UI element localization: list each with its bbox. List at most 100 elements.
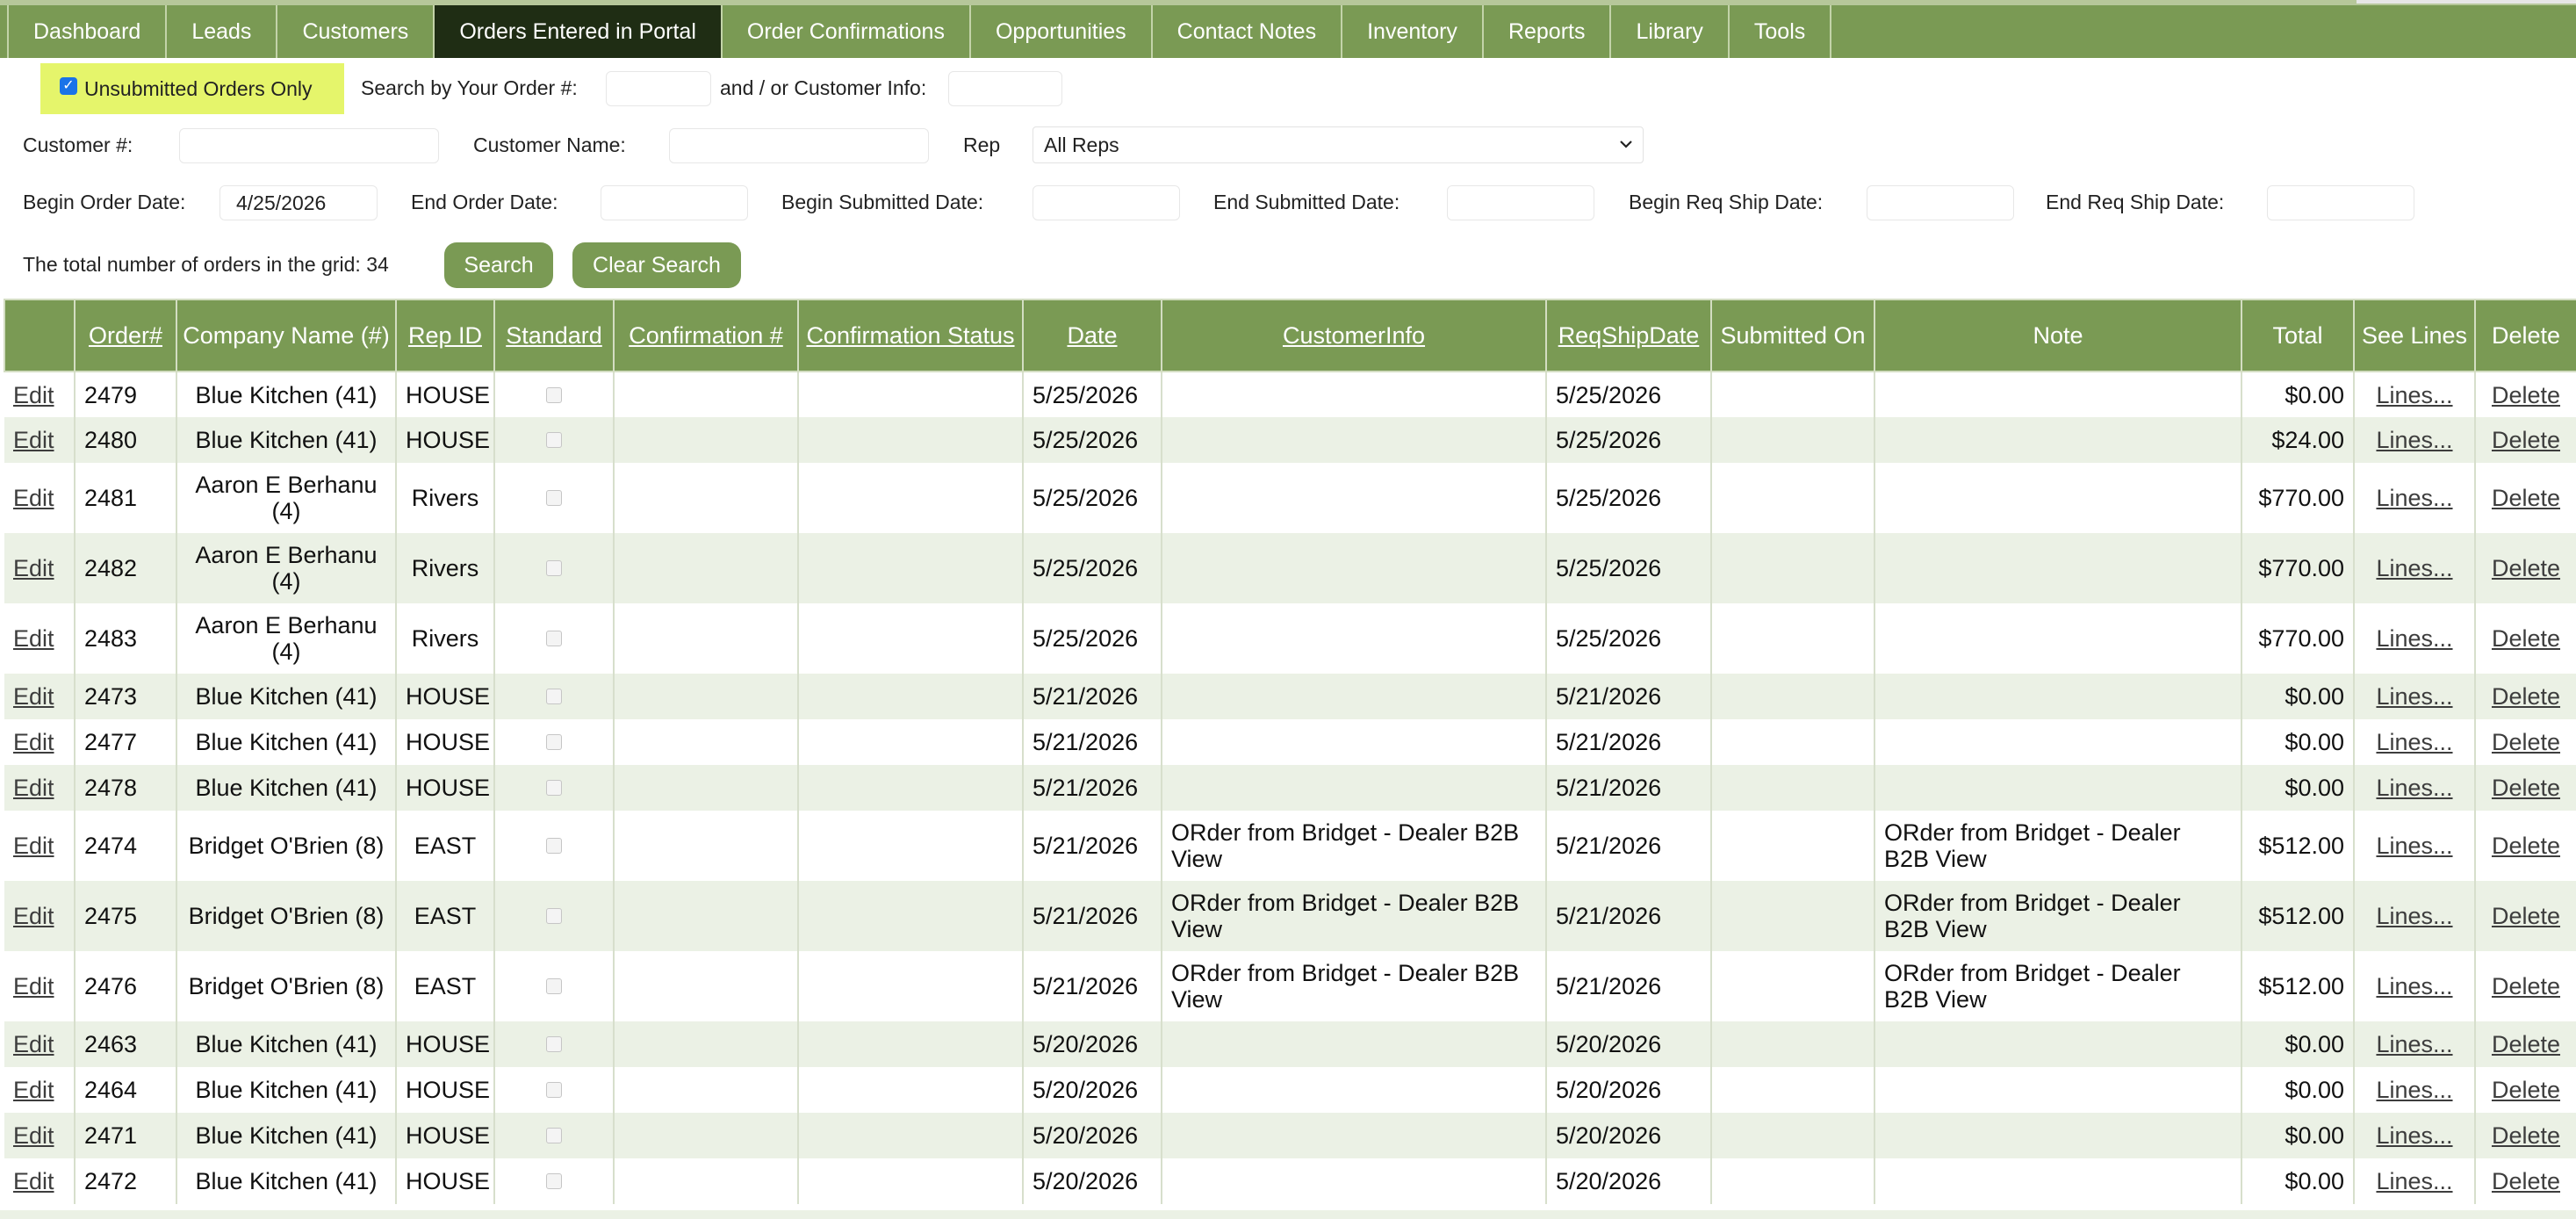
delete-link[interactable]: Delete: [2492, 1122, 2560, 1149]
search-button[interactable]: Search: [444, 242, 553, 288]
end-req-ship-date-input[interactable]: [2267, 185, 2414, 220]
col-header-rep-id-label[interactable]: Rep ID: [408, 322, 482, 349]
tab-reports[interactable]: Reports: [1484, 5, 1612, 58]
standard-checkbox[interactable]: [546, 631, 562, 646]
see-lines-link[interactable]: Lines...: [2376, 625, 2452, 652]
edit-link[interactable]: Edit: [13, 1168, 54, 1194]
standard-checkbox[interactable]: [546, 734, 562, 750]
standard-checkbox[interactable]: [546, 978, 562, 994]
edit-link[interactable]: Edit: [13, 683, 54, 710]
col-header-date[interactable]: Date: [1022, 299, 1162, 372]
end-submitted-date-input[interactable]: [1447, 185, 1594, 220]
edit-link[interactable]: Edit: [13, 903, 54, 929]
delete-link[interactable]: Delete: [2492, 1077, 2560, 1103]
see-lines-link[interactable]: Lines...: [2376, 729, 2452, 755]
tab-opportunities[interactable]: Opportunities: [971, 5, 1153, 58]
col-header-confirmation-status-label[interactable]: Confirmation Status: [806, 322, 1014, 349]
col-header-req-ship-date[interactable]: ReqShipDate: [1545, 299, 1712, 372]
see-lines-link[interactable]: Lines...: [2376, 1122, 2452, 1149]
tab-contact-notes[interactable]: Contact Notes: [1153, 5, 1343, 58]
standard-checkbox[interactable]: [546, 1036, 562, 1052]
rep-select[interactable]: All Reps: [1033, 126, 1644, 163]
see-lines-link[interactable]: Lines...: [2376, 775, 2452, 801]
begin-order-date-input[interactable]: [219, 185, 378, 220]
delete-link[interactable]: Delete: [2492, 1031, 2560, 1057]
tab-orders-entered-in-portal[interactable]: Orders Entered in Portal: [435, 5, 723, 58]
end-order-date-input[interactable]: [601, 185, 748, 220]
col-header-confirmation-status[interactable]: Confirmation Status: [797, 299, 1024, 372]
tab-customers[interactable]: Customers: [277, 5, 435, 58]
delete-link[interactable]: Delete: [2492, 625, 2560, 652]
tab-leads[interactable]: Leads: [167, 5, 278, 58]
edit-link[interactable]: Edit: [13, 973, 54, 999]
delete-link[interactable]: Delete: [2492, 1168, 2560, 1194]
tab-dashboard[interactable]: Dashboard: [7, 5, 168, 58]
begin-submitted-date-input[interactable]: [1033, 185, 1180, 220]
col-header-standard-label[interactable]: Standard: [506, 322, 602, 349]
see-lines-link[interactable]: Lines...: [2376, 485, 2452, 511]
col-header-req-ship-date-label[interactable]: ReqShipDate: [1558, 322, 1700, 349]
delete-link[interactable]: Delete: [2492, 427, 2560, 453]
col-header-confirmation-number[interactable]: Confirmation #: [613, 299, 799, 372]
delete-link[interactable]: Delete: [2492, 729, 2560, 755]
delete-link[interactable]: Delete: [2492, 485, 2560, 511]
standard-checkbox[interactable]: [546, 1173, 562, 1189]
see-lines-link[interactable]: Lines...: [2376, 833, 2452, 859]
see-lines-link[interactable]: Lines...: [2376, 1031, 2452, 1057]
delete-link[interactable]: Delete: [2492, 775, 2560, 801]
col-header-standard[interactable]: Standard: [493, 299, 615, 372]
edit-link[interactable]: Edit: [13, 1031, 54, 1057]
see-lines-link[interactable]: Lines...: [2376, 1077, 2452, 1103]
col-header-customer-info-label[interactable]: CustomerInfo: [1283, 322, 1425, 349]
standard-checkbox[interactable]: [546, 490, 562, 506]
see-lines-link[interactable]: Lines...: [2376, 973, 2452, 999]
delete-link[interactable]: Delete: [2492, 382, 2560, 408]
standard-checkbox[interactable]: [546, 560, 562, 576]
tab-order-confirmations[interactable]: Order Confirmations: [723, 5, 971, 58]
standard-checkbox[interactable]: [546, 838, 562, 854]
edit-link[interactable]: Edit: [13, 485, 54, 511]
col-header-date-label[interactable]: Date: [1067, 322, 1117, 349]
delete-link[interactable]: Delete: [2492, 903, 2560, 929]
edit-link[interactable]: Edit: [13, 1122, 54, 1149]
delete-link[interactable]: Delete: [2492, 833, 2560, 859]
edit-link[interactable]: Edit: [13, 555, 54, 581]
see-lines-link[interactable]: Lines...: [2376, 382, 2452, 408]
col-header-order[interactable]: Order#: [74, 299, 177, 372]
standard-checkbox[interactable]: [546, 1082, 562, 1098]
delete-link[interactable]: Delete: [2492, 555, 2560, 581]
standard-checkbox[interactable]: [546, 689, 562, 704]
see-lines-link[interactable]: Lines...: [2376, 1168, 2452, 1194]
col-header-customer-info[interactable]: CustomerInfo: [1161, 299, 1547, 372]
col-header-rep-id[interactable]: Rep ID: [395, 299, 495, 372]
col-header-confirmation-number-label[interactable]: Confirmation #: [629, 322, 783, 349]
delete-link[interactable]: Delete: [2492, 683, 2560, 710]
edit-link[interactable]: Edit: [13, 729, 54, 755]
unsubmitted-orders-toggle[interactable]: ✓ Unsubmitted Orders Only: [40, 63, 344, 114]
tab-inventory[interactable]: Inventory: [1342, 5, 1484, 58]
edit-link[interactable]: Edit: [13, 1077, 54, 1103]
delete-link[interactable]: Delete: [2492, 973, 2560, 999]
see-lines-link[interactable]: Lines...: [2376, 427, 2452, 453]
edit-link[interactable]: Edit: [13, 625, 54, 652]
edit-link[interactable]: Edit: [13, 833, 54, 859]
standard-checkbox[interactable]: [546, 1128, 562, 1143]
unsubmitted-checkbox[interactable]: ✓: [60, 77, 77, 95]
begin-req-ship-date-input[interactable]: [1867, 185, 2014, 220]
tab-library[interactable]: Library: [1611, 5, 1730, 58]
customer-info-input[interactable]: [948, 71, 1062, 106]
edit-link[interactable]: Edit: [13, 775, 54, 801]
edit-link[interactable]: Edit: [13, 382, 54, 408]
customer-name-input[interactable]: [669, 128, 929, 163]
tab-tools[interactable]: Tools: [1730, 5, 1832, 58]
col-header-order-label[interactable]: Order#: [89, 322, 162, 349]
standard-checkbox[interactable]: [546, 780, 562, 796]
standard-checkbox[interactable]: [546, 908, 562, 924]
clear-search-button[interactable]: Clear Search: [572, 242, 741, 288]
see-lines-link[interactable]: Lines...: [2376, 683, 2452, 710]
see-lines-link[interactable]: Lines...: [2376, 903, 2452, 929]
customer-number-input[interactable]: [179, 128, 439, 163]
edit-link[interactable]: Edit: [13, 427, 54, 453]
standard-checkbox[interactable]: [546, 386, 562, 403]
order-number-input[interactable]: [606, 71, 711, 106]
